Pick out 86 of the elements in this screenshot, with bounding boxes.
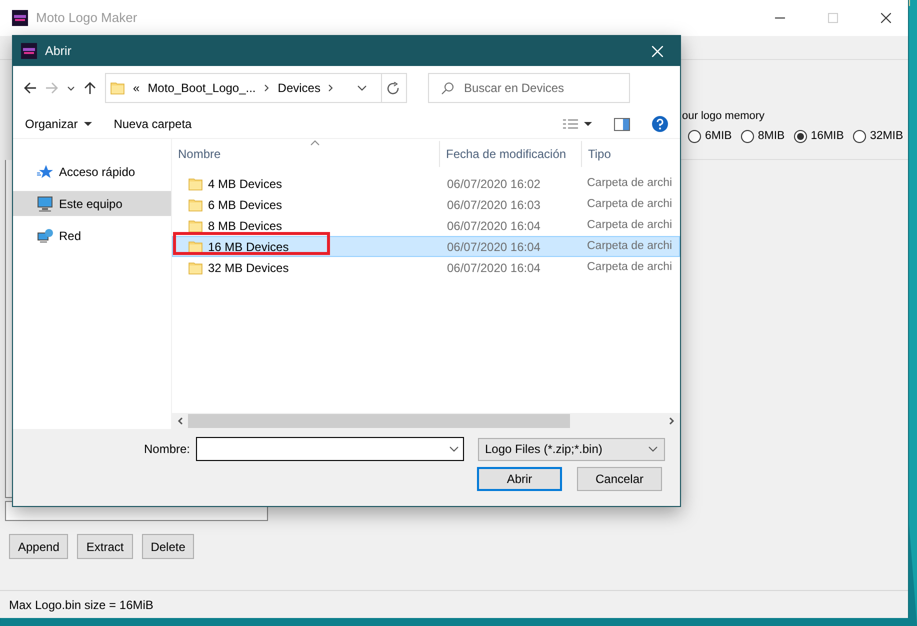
cancel-button[interactable]: Cancelar xyxy=(577,467,662,491)
nav-item[interactable]: Red xyxy=(13,223,171,248)
file-row[interactable]: 4 MB Devices 06/07/2020 16:02 Carpeta de archi xyxy=(172,173,680,194)
back-button[interactable] xyxy=(23,81,37,95)
column-header[interactable]: Tipo xyxy=(582,141,681,167)
back-arrow-icon xyxy=(23,81,37,95)
forward-arrow-icon xyxy=(45,81,59,95)
filename-field[interactable] xyxy=(196,437,464,461)
scrollbar-thumb[interactable] xyxy=(188,414,570,428)
sort-ascending-icon xyxy=(310,140,320,146)
organize-menu[interactable]: Organizar xyxy=(21,113,96,135)
memory-radio[interactable]: 32MIB xyxy=(852,128,904,146)
breadcrumb-item[interactable]: Devices xyxy=(278,79,320,97)
folder-icon xyxy=(188,218,203,234)
close-icon xyxy=(880,13,890,23)
caret-icon xyxy=(84,122,92,126)
column-header[interactable]: Fecha de modificación xyxy=(440,141,582,167)
network-icon xyxy=(37,228,53,244)
search-icon xyxy=(441,82,454,94)
folder-icon xyxy=(110,80,125,96)
chevron-down-icon xyxy=(67,85,75,91)
memory-radio[interactable]: 16MIB xyxy=(794,128,844,146)
close-icon xyxy=(652,46,663,56)
type-cell-text: Carpeta de archi xyxy=(586,218,672,233)
star-icon xyxy=(37,164,53,180)
file-name: 32 MB Devices xyxy=(208,260,289,276)
app-logo-icon xyxy=(12,10,28,26)
folder-icon xyxy=(188,196,203,212)
up-button[interactable] xyxy=(83,81,97,95)
chevron-left-icon xyxy=(177,417,183,425)
file-row[interactable]: 6 MB Devices 06/07/2020 16:03 Carpeta de archi xyxy=(172,194,680,215)
list-view-icon xyxy=(563,119,578,129)
chevron-right-icon xyxy=(264,84,270,92)
type-cell-text: Carpeta de archi xyxy=(586,196,672,212)
folder-icon xyxy=(188,176,203,192)
preview-pane-icon xyxy=(614,118,630,130)
date-cell-text: 06/07/2020 16:04 xyxy=(446,260,542,276)
window-title: Moto Logo Maker xyxy=(36,9,138,28)
breadcrumb-overflow[interactable]: « xyxy=(133,79,140,97)
chevron-down-icon xyxy=(356,85,366,91)
up-arrow-icon xyxy=(83,81,97,95)
file-type-dropdown[interactable]: Logo Files (*.zip;*.bin) xyxy=(478,438,665,460)
file-name: 6 MB Devices xyxy=(208,196,282,214)
nav-item[interactable]: Acceso rápido xyxy=(13,159,171,184)
delete-button[interactable]: Delete xyxy=(142,534,194,559)
maximize-icon xyxy=(828,13,838,23)
folder-icon xyxy=(188,238,203,254)
new-folder-button[interactable]: Nueva carpeta xyxy=(110,113,196,135)
folder-icon xyxy=(188,260,203,276)
file-name: 8 MB Devices xyxy=(208,218,282,234)
date-cell-text: 06/07/2020 16:04 xyxy=(446,218,542,234)
help-icon xyxy=(652,116,668,132)
date-cell-text: 06/07/2020 16:02 xyxy=(446,176,542,192)
chevron-down-icon xyxy=(449,446,459,452)
file-row[interactable]: 16 MB Devices 06/07/2020 16:04 Carpeta de archi xyxy=(172,236,680,257)
memory-radio[interactable]: 8MIB xyxy=(740,128,785,146)
extract-button[interactable]: Extract xyxy=(77,534,133,559)
chevron-right-icon xyxy=(328,84,334,92)
type-cell-text: Carpeta de archi xyxy=(586,260,672,275)
file-name: 4 MB Devices xyxy=(208,176,282,192)
open-button[interactable]: Abrir xyxy=(477,467,562,491)
caret-icon xyxy=(584,122,592,126)
chevron-right-icon xyxy=(669,417,675,425)
recent-button[interactable] xyxy=(67,85,75,91)
refresh-icon xyxy=(387,82,400,94)
search-field[interactable]: Buscar en Devices xyxy=(428,73,630,103)
field-label: Nombre: xyxy=(142,441,190,458)
address-bar[interactable]: « Moto_Boot_Logo_... Devices xyxy=(105,73,407,103)
status-text: Max Logo.bin size = 16MiB xyxy=(9,596,154,614)
dialog-title: Abrir xyxy=(45,42,72,60)
date-cell-text: 06/07/2020 16:03 xyxy=(446,196,542,214)
type-cell-text: Carpeta de archi xyxy=(586,176,672,191)
app-logo-icon xyxy=(21,43,37,59)
chevron-down-icon xyxy=(648,446,658,452)
memory-radio[interactable]: 6MIB xyxy=(688,128,732,146)
file-name: 16 MB Devices xyxy=(208,238,289,256)
computer-icon xyxy=(37,196,53,212)
type-cell-text: Carpeta de archi xyxy=(586,238,672,254)
append-button[interactable]: Append xyxy=(9,534,68,559)
column-header[interactable]: Nombre xyxy=(172,141,440,167)
file-row[interactable]: 32 MB Devices 06/07/2020 16:04 Carpeta de archi xyxy=(172,257,680,278)
breadcrumb-item[interactable]: Moto_Boot_Logo_... xyxy=(148,79,256,97)
file-row[interactable]: 8 MB Devices 06/07/2020 16:04 Carpeta de archi xyxy=(172,215,680,236)
nav-item[interactable]: Este equipo xyxy=(13,191,171,216)
date-cell-text: 06/07/2020 16:04 xyxy=(446,238,542,256)
group-label: our logo memory xyxy=(682,108,765,124)
